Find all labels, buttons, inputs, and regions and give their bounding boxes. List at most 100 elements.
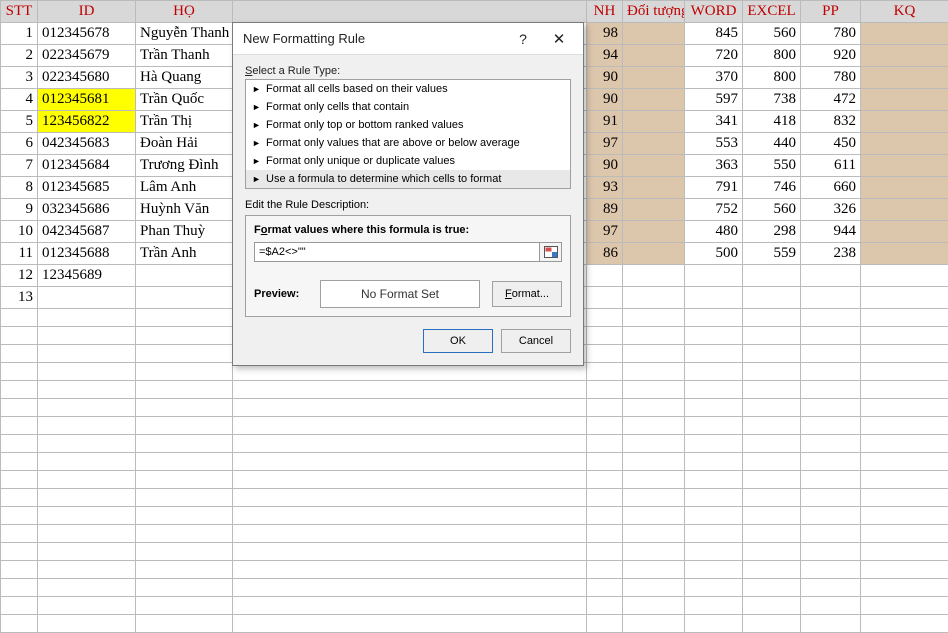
- cell[interactable]: [801, 399, 861, 417]
- cell[interactable]: 370: [685, 67, 743, 89]
- cell[interactable]: [38, 579, 136, 597]
- cell[interactable]: 500: [685, 243, 743, 265]
- cell[interactable]: 12: [1, 265, 38, 287]
- cell[interactable]: [1, 327, 38, 345]
- cell[interactable]: [1, 507, 38, 525]
- cell[interactable]: [233, 435, 587, 453]
- cell[interactable]: 450: [801, 133, 861, 155]
- cell[interactable]: 944: [801, 221, 861, 243]
- cell[interactable]: 560: [743, 199, 801, 221]
- cell[interactable]: [861, 489, 948, 507]
- cell[interactable]: [623, 133, 685, 155]
- cell[interactable]: 920: [801, 45, 861, 67]
- cell[interactable]: [861, 417, 948, 435]
- cell[interactable]: [685, 309, 743, 327]
- cell[interactable]: 9: [1, 199, 38, 221]
- cell[interactable]: 2: [1, 45, 38, 67]
- cell[interactable]: [623, 381, 685, 399]
- cell[interactable]: 720: [685, 45, 743, 67]
- cell[interactable]: [1, 381, 38, 399]
- cell[interactable]: 10: [1, 221, 38, 243]
- cell[interactable]: [233, 525, 587, 543]
- cell[interactable]: 611: [801, 155, 861, 177]
- help-button[interactable]: ?: [505, 26, 541, 52]
- cell[interactable]: [861, 525, 948, 543]
- cell[interactable]: [136, 471, 233, 489]
- cell[interactable]: [1, 543, 38, 561]
- cell[interactable]: [623, 507, 685, 525]
- cell[interactable]: 012345681: [38, 89, 136, 111]
- cell[interactable]: [861, 67, 948, 89]
- cell[interactable]: [801, 615, 861, 633]
- cell[interactable]: [38, 435, 136, 453]
- cell[interactable]: [623, 177, 685, 199]
- cell[interactable]: [623, 597, 685, 615]
- cell[interactable]: [861, 561, 948, 579]
- cell[interactable]: [861, 453, 948, 471]
- cell[interactable]: Trần Thị: [136, 111, 233, 133]
- cell[interactable]: [801, 471, 861, 489]
- cell[interactable]: [743, 615, 801, 633]
- cell[interactable]: 94: [587, 45, 623, 67]
- cell[interactable]: [623, 45, 685, 67]
- cell[interactable]: [1, 525, 38, 543]
- cell[interactable]: [623, 525, 685, 543]
- cell[interactable]: [587, 417, 623, 435]
- cell[interactable]: [861, 597, 948, 615]
- cell[interactable]: [623, 89, 685, 111]
- cell[interactable]: [685, 615, 743, 633]
- cell[interactable]: [801, 489, 861, 507]
- cell[interactable]: Nguyễn Thanh: [136, 23, 233, 45]
- rule-type-list[interactable]: ►Format all cells based on their values►…: [245, 79, 571, 189]
- cell[interactable]: [743, 287, 801, 309]
- cell[interactable]: [38, 381, 136, 399]
- cell[interactable]: [861, 309, 948, 327]
- col-header-word[interactable]: WORD: [685, 1, 743, 23]
- cell[interactable]: [38, 597, 136, 615]
- col-header-dt[interactable]: Đối tượng: [623, 1, 685, 23]
- cell[interactable]: 298: [743, 221, 801, 243]
- cell[interactable]: 550: [743, 155, 801, 177]
- cell[interactable]: Đoàn Hải: [136, 133, 233, 155]
- cell[interactable]: 5: [1, 111, 38, 133]
- cell[interactable]: [801, 597, 861, 615]
- cell[interactable]: [623, 23, 685, 45]
- cell[interactable]: [685, 345, 743, 363]
- cell[interactable]: [623, 327, 685, 345]
- cell[interactable]: 832: [801, 111, 861, 133]
- cell[interactable]: [801, 417, 861, 435]
- cell[interactable]: [801, 363, 861, 381]
- cell[interactable]: Phan Thuỳ: [136, 221, 233, 243]
- rule-type-item[interactable]: ►Use a formula to determine which cells …: [246, 170, 570, 188]
- cell[interactable]: 440: [743, 133, 801, 155]
- cell[interactable]: [623, 243, 685, 265]
- cell[interactable]: [861, 399, 948, 417]
- cell[interactable]: [861, 327, 948, 345]
- cell[interactable]: [587, 345, 623, 363]
- cell[interactable]: [685, 525, 743, 543]
- cell[interactable]: 6: [1, 133, 38, 155]
- cell[interactable]: [861, 381, 948, 399]
- cell[interactable]: Trương Đình: [136, 155, 233, 177]
- cell[interactable]: [136, 507, 233, 525]
- cell[interactable]: [38, 507, 136, 525]
- cell[interactable]: [623, 221, 685, 243]
- cell[interactable]: [136, 417, 233, 435]
- cell[interactable]: 746: [743, 177, 801, 199]
- cell[interactable]: [685, 471, 743, 489]
- cell[interactable]: 1: [1, 23, 38, 45]
- cell[interactable]: [587, 381, 623, 399]
- cell[interactable]: [623, 615, 685, 633]
- cell[interactable]: [861, 221, 948, 243]
- cell[interactable]: [38, 615, 136, 633]
- cell[interactable]: [136, 399, 233, 417]
- cell[interactable]: [801, 287, 861, 309]
- cell[interactable]: 472: [801, 89, 861, 111]
- cell[interactable]: 560: [743, 23, 801, 45]
- cell[interactable]: [623, 111, 685, 133]
- cell[interactable]: 845: [685, 23, 743, 45]
- cell[interactable]: [136, 453, 233, 471]
- cell[interactable]: 480: [685, 221, 743, 243]
- cell[interactable]: [685, 399, 743, 417]
- cell[interactable]: [801, 561, 861, 579]
